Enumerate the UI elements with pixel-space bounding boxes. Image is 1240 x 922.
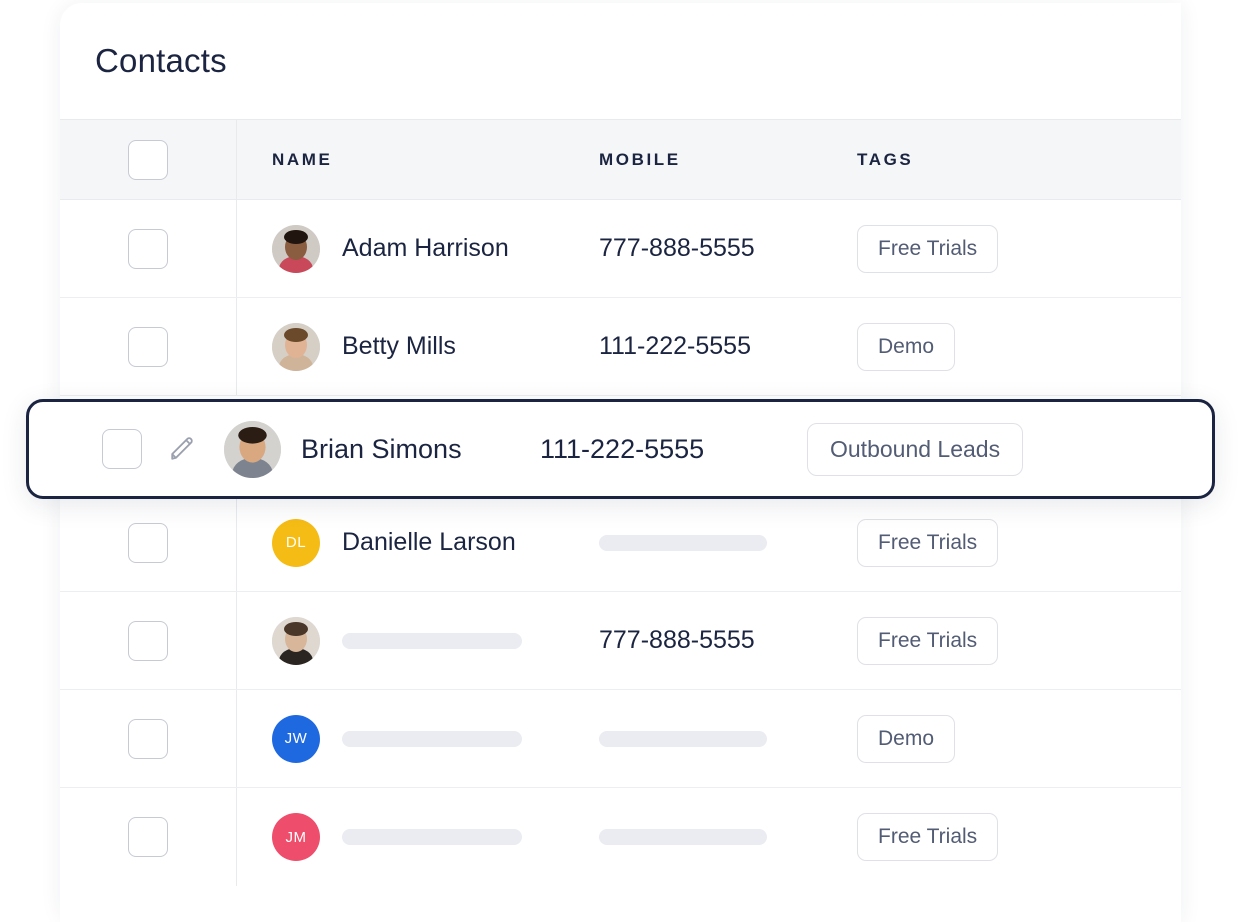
avatar: JW [272,714,320,763]
avatar: DL [272,518,320,567]
avatar [224,420,281,478]
row-mobile-cell [599,534,857,551]
row-checkbox-cell[interactable] [60,200,237,297]
table-row[interactable]: 777-888-5555 Free Trials [60,592,1181,690]
row-checkbox[interactable] [128,326,168,367]
row-name-cell [237,616,599,665]
column-header-tags-cell[interactable]: TAGS [857,150,1181,170]
row-tags-cell: Demo [857,714,1181,763]
row-name-cell: JW [237,714,599,763]
table-row-focused[interactable]: Brian Simons 111-222-5555 Outbound Leads [26,399,1215,499]
avatar [272,616,320,665]
table-row[interactable]: Adam Harrison 777-888-5555 Free Trials [60,200,1181,298]
row-checkbox[interactable] [128,718,168,759]
row-mobile-cell: 111-222-5555 [540,434,807,465]
table-row[interactable]: DL Danielle Larson Free Trials [60,494,1181,592]
tag-badge[interactable]: Free Trials [857,224,999,273]
row-tags-cell: Outbound Leads [807,422,1212,476]
table-row[interactable]: Betty Mills 111-222-5555 Demo [60,298,1181,396]
contact-mobile: 777-888-5555 [599,626,755,654]
table-row[interactable]: JM Free Trials [60,788,1181,886]
edit-row-button[interactable] [154,434,210,464]
name-placeholder [342,829,522,845]
row-tags-cell: Free Trials [857,616,1181,665]
contact-name: Brian Simons [301,433,462,464]
table-row[interactable]: JW Demo [60,690,1181,788]
row-checkbox-cell[interactable] [60,788,237,886]
row-checkbox-cell[interactable] [60,298,237,395]
tag-badge[interactable]: Free Trials [857,813,999,861]
row-name-cell: DL Danielle Larson [237,518,599,567]
row-tags-cell: Free Trials [857,813,1181,861]
avatar [272,224,320,273]
column-header-mobile-cell[interactable]: MOBILE [599,150,857,170]
column-header-name-cell[interactable]: NAME [237,150,599,170]
column-header-name: NAME [272,149,333,169]
table-header-row: NAME MOBILE TAGS [60,119,1181,200]
row-tags-cell: Free Trials [857,518,1181,567]
row-checkbox[interactable] [102,429,142,469]
name-placeholder [342,632,522,649]
tag-badge[interactable]: Demo [857,714,956,763]
row-mobile-cell [599,829,857,845]
mobile-placeholder [599,534,767,551]
card-header: Contacts [60,3,1181,119]
page-title: Contacts [95,42,227,79]
row-checkbox-cell[interactable] [29,402,154,496]
name-placeholder [342,730,522,747]
row-mobile-cell [599,730,857,747]
mobile-placeholder [599,829,767,845]
contact-name: Danielle Larson [342,528,516,556]
row-name-cell: Brian Simons [210,420,540,478]
avatar-photo [272,224,320,273]
avatar-photo [272,322,320,371]
row-tags-cell: Demo [857,322,1181,371]
tag-badge[interactable]: Free Trials [857,616,999,665]
select-all-checkbox[interactable] [128,139,168,180]
column-header-mobile: MOBILE [599,149,681,169]
row-checkbox[interactable] [128,620,168,661]
mobile-placeholder [599,730,767,747]
row-mobile-cell: 777-888-5555 [599,626,857,655]
row-name-cell: Betty Mills [237,322,599,371]
contact-mobile: 111-222-5555 [540,433,705,464]
row-tags-cell: Free Trials [857,224,1181,273]
column-header-tags: TAGS [857,149,914,169]
tag-badge[interactable]: Outbound Leads [807,422,1024,476]
row-checkbox-cell[interactable] [60,592,237,689]
row-checkbox[interactable] [128,817,168,857]
row-name-cell: Adam Harrison [237,224,599,273]
row-mobile-cell: 777-888-5555 [599,234,857,263]
contact-mobile: 111-222-5555 [599,332,751,360]
row-checkbox-cell[interactable] [60,494,237,591]
contact-mobile: 777-888-5555 [599,234,755,262]
row-name-cell: JM [237,813,599,861]
tag-badge[interactable]: Free Trials [857,518,999,567]
avatar [272,322,320,371]
row-checkbox[interactable] [128,522,168,563]
avatar-photo [224,420,281,478]
avatar: JM [272,813,320,861]
row-checkbox-cell[interactable] [60,690,237,787]
pencil-icon [171,437,193,460]
table-body: Adam Harrison 777-888-5555 Free Trials Bett… [60,200,1181,886]
select-all-cell[interactable] [60,120,237,199]
tag-badge[interactable]: Demo [857,322,956,371]
contacts-table: NAME MOBILE TAGS Adam Harrison 777-888-55… [60,119,1181,886]
contact-name: Betty Mills [342,332,456,360]
row-mobile-cell: 111-222-5555 [599,332,857,361]
contact-name: Adam Harrison [342,234,509,262]
avatar-photo [272,616,320,665]
row-checkbox[interactable] [128,228,168,269]
